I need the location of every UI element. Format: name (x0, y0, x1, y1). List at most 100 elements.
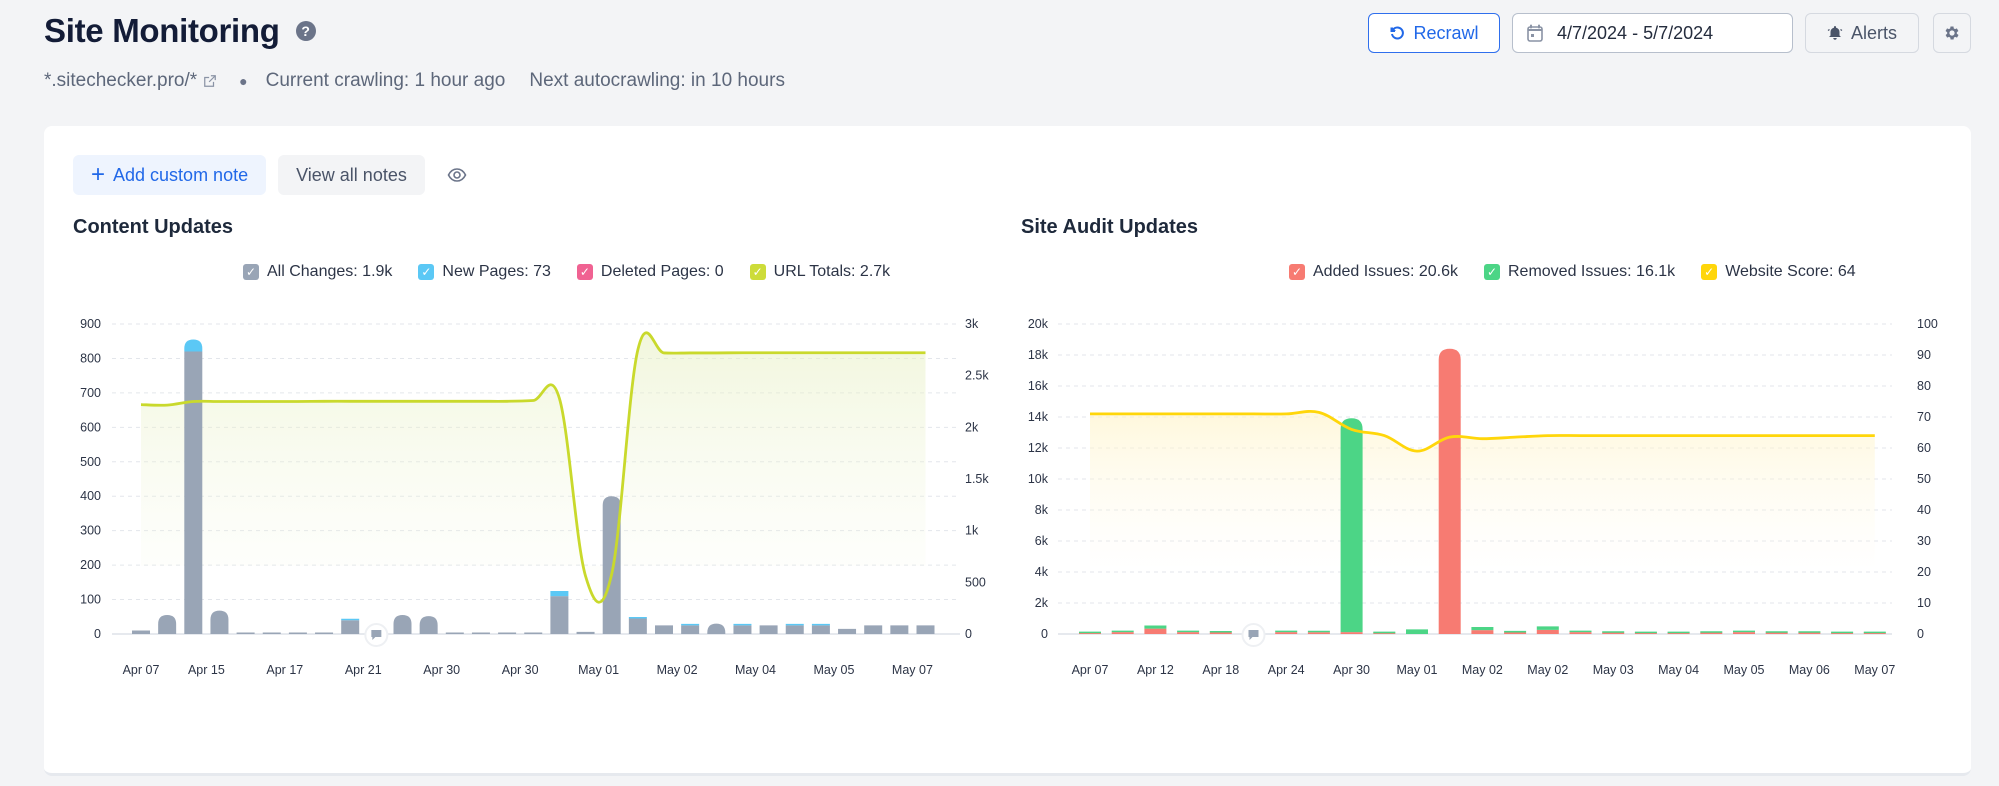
bar-added-issues (1504, 632, 1527, 634)
y-left-tick-label: 20k (1028, 317, 1049, 331)
y-left-tick-label: 16k (1028, 379, 1049, 393)
bar-all-changes (445, 632, 464, 634)
y-right-tick-label: 1.5k (965, 472, 989, 486)
bar-added-issues (1275, 632, 1298, 634)
bar-all-changes (681, 625, 700, 634)
bar-removed-issues (1144, 625, 1167, 629)
x-tick-label: Apr 15 (188, 663, 225, 677)
bar-added-issues (1209, 632, 1232, 634)
bar-removed-issues (1733, 630, 1755, 633)
bar-removed-issues (1307, 630, 1330, 633)
bar-removed-issues (1602, 631, 1625, 633)
x-tick-label: May 07 (1854, 663, 1895, 677)
y-left-tick-label: 18k (1028, 348, 1049, 362)
x-tick-label: Apr 30 (1333, 663, 1370, 677)
y-right-tick-label: 2.5k (965, 369, 989, 383)
bar-all-changes (419, 616, 438, 634)
x-tick-label: May 05 (813, 663, 854, 677)
bar-removed-issues (1209, 630, 1232, 633)
bar-removed-issues (1700, 631, 1723, 633)
y-left-tick-label: 8k (1035, 503, 1049, 517)
x-tick-label: May 02 (1527, 663, 1568, 677)
bar-all-changes (916, 625, 935, 634)
bar-removed-issues (1373, 631, 1396, 634)
x-tick-label: May 04 (735, 663, 776, 677)
bar-added-issues (1307, 632, 1330, 634)
y-left-tick-label: 6k (1035, 534, 1049, 548)
x-tick-label: Apr 24 (1268, 663, 1305, 677)
x-tick-label: Apr 18 (1202, 663, 1239, 677)
y-left-tick-label: 800 (80, 351, 101, 365)
y-right-tick-label: 0 (1917, 627, 1924, 641)
bar-all-changes (707, 623, 726, 634)
bar-removed-issues (1471, 627, 1494, 631)
y-right-tick-label: 10 (1917, 596, 1931, 610)
y-right-tick-label: 30 (1917, 534, 1931, 548)
bar-added-issues (1569, 632, 1592, 634)
bar-all-changes (759, 625, 778, 634)
bar-removed-issues (1275, 630, 1298, 633)
bar-new-pages (184, 339, 203, 352)
y-left-tick-label: 0 (94, 627, 101, 641)
bar-new-pages (550, 590, 569, 597)
x-tick-label: May 04 (1658, 663, 1699, 677)
y-left-tick-label: 500 (80, 455, 101, 469)
y-right-tick-label: 20 (1917, 565, 1931, 579)
bar-all-changes (811, 625, 830, 634)
bar-all-changes (890, 625, 909, 634)
x-tick-label: Apr 12 (1137, 663, 1174, 677)
y-left-tick-label: 600 (80, 420, 101, 434)
y-left-tick-label: 0 (1041, 627, 1048, 641)
bar-added-issues (1144, 628, 1167, 634)
x-tick-label: Apr 30 (423, 663, 460, 677)
x-tick-label: May 07 (892, 663, 933, 677)
bar-all-changes (262, 632, 281, 634)
charts-svg: 010020030040050060070080090005001k1.5k2k… (80, 317, 1938, 677)
y-left-tick-label: 12k (1028, 441, 1049, 455)
bar-all-changes (550, 596, 569, 634)
bar-removed-issues (1177, 630, 1200, 633)
bar-all-changes (471, 632, 490, 634)
bar-all-changes (184, 351, 203, 634)
y-right-tick-label: 50 (1917, 472, 1931, 486)
bar-all-changes (288, 632, 307, 634)
y-right-tick-label: 40 (1917, 503, 1931, 517)
y-right-tick-label: 60 (1917, 441, 1931, 455)
bar-all-changes (236, 632, 255, 634)
y-right-tick-label: 2k (965, 420, 979, 434)
bar-removed-issues (1798, 631, 1821, 633)
bar-removed-issues (1536, 626, 1559, 630)
bar-all-changes (655, 625, 673, 634)
bar-removed-issues (1406, 629, 1428, 634)
bar-added-issues (1536, 629, 1559, 634)
bar-removed-issues (1340, 418, 1363, 633)
x-tick-label: May 05 (1724, 663, 1765, 677)
bar-new-pages (341, 618, 360, 621)
x-tick-label: Apr 30 (502, 663, 539, 677)
bar-removed-issues (1667, 631, 1690, 634)
bar-all-changes (158, 615, 177, 634)
y-left-tick-label: 700 (80, 386, 101, 400)
bar-all-changes (628, 618, 647, 634)
site-monitoring-page: Site Monitoring ? *.sitechecker.pro/* ● … (0, 0, 1999, 786)
x-tick-label: May 01 (1397, 663, 1438, 677)
y-left-tick-label: 200 (80, 558, 101, 572)
y-right-tick-label: 100 (1917, 317, 1938, 331)
x-tick-label: Apr 07 (1072, 663, 1109, 677)
y-right-tick-label: 80 (1917, 379, 1931, 393)
bar-removed-issues (1111, 630, 1134, 633)
y-left-tick-label: 300 (80, 524, 101, 538)
bar-all-changes (733, 625, 752, 634)
y-left-tick-label: 2k (1035, 596, 1049, 610)
bar-all-changes (393, 615, 412, 634)
bar-all-changes (785, 625, 804, 634)
bar-added-issues (1111, 632, 1134, 634)
bar-new-pages (785, 623, 804, 626)
line-area-fill (141, 332, 926, 603)
y-left-tick-label: 900 (80, 317, 101, 331)
bar-all-changes (132, 630, 150, 634)
x-tick-label: May 02 (657, 663, 698, 677)
bar-all-changes (341, 620, 360, 634)
bar-new-pages (811, 623, 830, 626)
x-tick-label: Apr 21 (345, 663, 382, 677)
